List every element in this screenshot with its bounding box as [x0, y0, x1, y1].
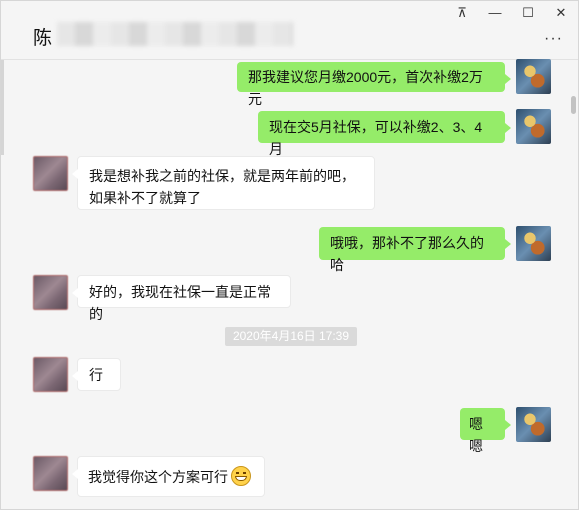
contact-avatar[interactable]: [33, 357, 68, 392]
my-avatar[interactable]: [516, 226, 551, 261]
minimize-button[interactable]: —: [480, 3, 510, 23]
pin-icon[interactable]: ⊼: [447, 3, 477, 23]
message-text: 我觉得你这个方案可行: [88, 469, 228, 485]
contact-avatar[interactable]: [33, 275, 68, 310]
contact-avatar[interactable]: [33, 456, 68, 491]
more-options-icon[interactable]: ···: [544, 30, 563, 48]
my-avatar[interactable]: [516, 59, 551, 94]
message-timestamp: 2020年4月16日 17:39: [225, 327, 357, 346]
message-bubble-incoming[interactable]: 我是想补我之前的社保，就是两年前的吧，如果补不了就算了: [72, 156, 375, 210]
message-bubble-incoming[interactable]: 我觉得你这个方案可行: [72, 456, 265, 497]
chat-header: 陈 ⊼ — ☐ ✕ ···: [1, 1, 578, 60]
maximize-button[interactable]: ☐: [513, 3, 543, 23]
my-avatar[interactable]: [516, 109, 551, 144]
message-bubble-outgoing[interactable]: 哦哦，那补不了那么久的哈: [319, 227, 511, 273]
message-bubble-incoming[interactable]: 好的，我现在社保一直是正常的: [72, 275, 291, 322]
close-button[interactable]: ✕: [546, 3, 576, 23]
message-bubble-outgoing[interactable]: 嗯嗯: [460, 408, 511, 454]
contact-name-redacted: [57, 22, 293, 46]
message-bubble-outgoing[interactable]: 现在交5月社保，可以补缴2、3、4月: [258, 111, 511, 157]
my-avatar[interactable]: [516, 407, 551, 442]
message-bubble-incoming[interactable]: 行: [72, 358, 121, 391]
message-bubble-outgoing[interactable]: 那我建议您月缴2000元，首次补缴2万元: [237, 62, 511, 107]
scrollbar-thumb[interactable]: [571, 96, 576, 114]
chat-window: 陈 ⊼ — ☐ ✕ ··· 那我建议您月缴2000元，首次补缴2万元 现在交5月…: [0, 0, 579, 510]
contact-avatar[interactable]: [33, 156, 68, 191]
contact-name: 陈: [33, 28, 53, 49]
scroll-indicator-left: [1, 60, 4, 155]
grin-icon: [231, 466, 251, 486]
